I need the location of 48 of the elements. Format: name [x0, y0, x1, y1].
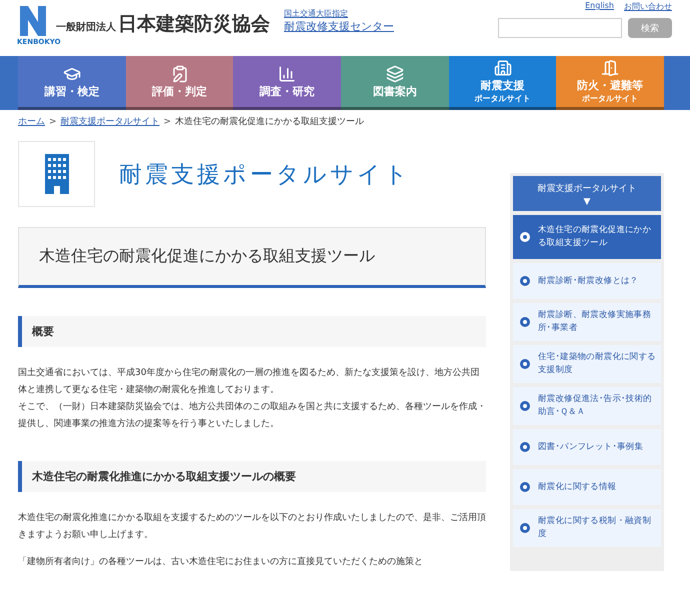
exit-door-icon: [601, 59, 620, 78]
nav-tab[interactable]: 評価・判定: [126, 56, 234, 110]
nav-tab[interactable]: 講習・検定: [18, 56, 126, 110]
bullet-icon: [520, 317, 530, 327]
paragraph: そこで、（一財）日本建築防災協会では、地方公共団体のこの取組みを国と共に支援するため、各種ツールを作成・提供し、関連事業の推進方法の提案等を行う事といたしました。: [18, 400, 486, 431]
bullet-icon: [520, 442, 530, 452]
designation-link[interactable]: 国土交通大臣指定: [284, 8, 394, 19]
sidebar-item[interactable]: 耐震化に関する税制・融資制度: [513, 509, 661, 547]
breadcrumb-separator: >: [49, 116, 57, 126]
nav-tab[interactable]: 調査・研究: [233, 56, 342, 110]
sidebar-item[interactable]: 耐震診断･耐震改修とは？: [513, 263, 661, 299]
page-title: 木造住宅の耐震化促進にかかる取組支援ツール: [18, 227, 486, 288]
org-name: 日本建築防災協会: [118, 12, 270, 37]
sidebar-item[interactable]: 木造住宅の耐震化促進にかかる取組支援ツール: [513, 215, 661, 259]
site-title: 耐震支援ポータルサイト: [119, 160, 411, 190]
bullet-icon: [520, 232, 530, 242]
books-icon: [386, 64, 404, 83]
center-link[interactable]: 耐震改修支援センター: [284, 19, 394, 34]
breadcrumb-link[interactable]: ホーム: [18, 115, 45, 128]
building-icon: [44, 154, 68, 194]
sidebar-item[interactable]: 耐震診断、耐震改修実施事務所･事業者: [513, 303, 661, 341]
search-field[interactable]: [498, 18, 622, 38]
breadcrumb-separator: >: [164, 116, 172, 126]
clipboard-icon: [170, 64, 188, 83]
header-link[interactable]: お問い合わせ: [624, 1, 672, 12]
bullet-icon: [520, 359, 530, 369]
sidebar-item[interactable]: 耐震改修促進法･告示･技術的助言･Ｑ＆Ａ: [513, 387, 661, 425]
sidebar-item[interactable]: 住宅･建築物の耐震化に関する支援制度: [513, 345, 661, 383]
paragraph: 木造住宅の耐震化推進にかかる取組を支援するためのツールを以下のとおり作成いたしましたので、是非、ご活用頂きますようお願い申し上げます。: [18, 512, 486, 542]
sidebar-header[interactable]: 耐震支援ポータルサイト ▼: [513, 176, 661, 211]
bullet-icon: [520, 401, 530, 411]
paragraph: 「建物所有者向け」の各種ツールは、古い木造住宅にお住まいの方に直接見ていただくための施策と: [18, 556, 424, 569]
breadcrumb-link[interactable]: 耐震支援ポータルサイト: [60, 115, 160, 128]
section-heading: 木造住宅の耐震化推進にかかる取組支援ツールの概要: [18, 461, 486, 492]
org-prefix: 一般財団法人: [56, 20, 116, 34]
nav-tab[interactable]: 耐震支援 ポータルサイト: [448, 56, 556, 110]
sidebar-item[interactable]: 耐震化に関する情報: [513, 469, 661, 505]
paragraph: 国土交通省においては、平成30年度から住宅の耐震化の一層の推進を図るため、新たな支援策を設け、地方公共団体と連携して更なる住宅・建築物の耐震化を推進しております。: [18, 366, 480, 397]
breadcrumb-current: 木造住宅の耐震化促進にかかる取組支援ツール: [175, 116, 364, 128]
header-link[interactable]: English: [585, 1, 614, 12]
bullet-icon: [520, 276, 530, 286]
bar-chart-icon: [278, 64, 296, 83]
bullet-icon: [520, 482, 530, 492]
sidebar-item[interactable]: 図書･パンフレット･事例集: [513, 429, 661, 465]
building-icon: [494, 59, 512, 78]
section-heading: 概要: [18, 316, 486, 347]
nav-tab[interactable]: 図書案内: [341, 56, 449, 110]
bullet-icon: [520, 523, 530, 533]
